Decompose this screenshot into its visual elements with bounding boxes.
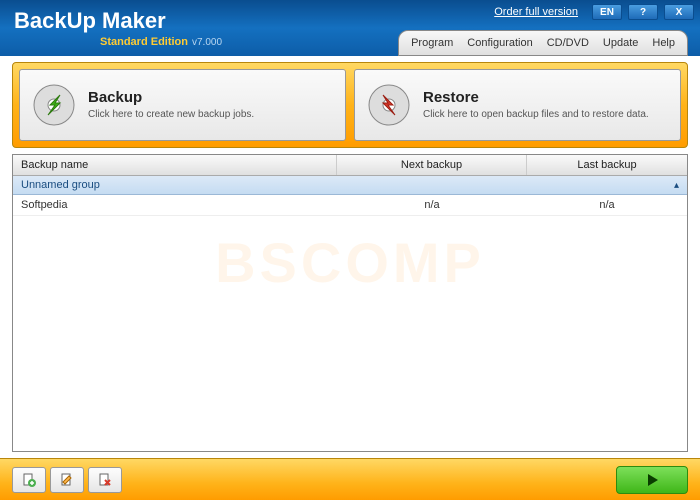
- delete-job-button[interactable]: [88, 467, 122, 493]
- col-last-backup[interactable]: Last backup: [527, 155, 687, 175]
- menu-update[interactable]: Update: [603, 37, 638, 49]
- backup-desc: Click here to create new backup jobs.: [88, 108, 254, 121]
- watermark: BSCOMP: [215, 230, 485, 295]
- menu-help[interactable]: Help: [652, 37, 675, 49]
- language-button[interactable]: EN: [592, 4, 622, 20]
- backup-disc-icon: [30, 81, 78, 129]
- menu-program[interactable]: Program: [411, 37, 453, 49]
- action-panel: Backup Click here to create new backup j…: [12, 62, 688, 148]
- edit-file-icon: [59, 472, 75, 488]
- group-row[interactable]: Unnamed group ▴: [13, 176, 687, 195]
- col-backup-name[interactable]: Backup name: [13, 155, 337, 175]
- titlebar: BackUp Maker Standard Edition v7.000 Ord…: [0, 0, 700, 56]
- table-row[interactable]: Softpedia n/a n/a: [13, 195, 687, 216]
- delete-file-icon: [97, 472, 113, 488]
- restore-title: Restore: [423, 89, 649, 106]
- app-title: BackUp Maker: [14, 8, 166, 34]
- list-header: Backup name Next backup Last backup: [13, 155, 687, 176]
- restore-desc: Click here to open backup files and to r…: [423, 108, 649, 121]
- col-next-backup[interactable]: Next backup: [337, 155, 527, 175]
- backup-title: Backup: [88, 89, 254, 106]
- group-label: Unnamed group: [21, 179, 100, 191]
- edit-job-button[interactable]: [50, 467, 84, 493]
- menu-configuration[interactable]: Configuration: [467, 37, 532, 49]
- bottombar: [0, 458, 700, 500]
- row-last: n/a: [527, 195, 687, 215]
- edition-label: Standard Edition: [100, 36, 188, 48]
- restore-card[interactable]: Restore Click here to open backup files …: [354, 69, 681, 141]
- row-next: n/a: [337, 195, 527, 215]
- collapse-icon: ▴: [674, 180, 679, 191]
- version-label: v7.000: [192, 37, 222, 48]
- menu-cddvd[interactable]: CD/DVD: [547, 37, 589, 49]
- list-body: Softpedia n/a n/a BSCOMP: [13, 195, 687, 451]
- run-backup-button[interactable]: [616, 466, 688, 494]
- play-icon: [644, 472, 660, 488]
- menubar: Program Configuration CD/DVD Update Help: [398, 30, 688, 56]
- backup-list: Backup name Next backup Last backup Unna…: [12, 154, 688, 452]
- backup-card[interactable]: Backup Click here to create new backup j…: [19, 69, 346, 141]
- new-job-button[interactable]: [12, 467, 46, 493]
- new-file-icon: [21, 472, 37, 488]
- help-button[interactable]: ?: [628, 4, 658, 20]
- order-full-version-link[interactable]: Order full version: [494, 6, 578, 18]
- close-button[interactable]: X: [664, 4, 694, 20]
- row-name: Softpedia: [13, 195, 337, 215]
- restore-disc-icon: [365, 81, 413, 129]
